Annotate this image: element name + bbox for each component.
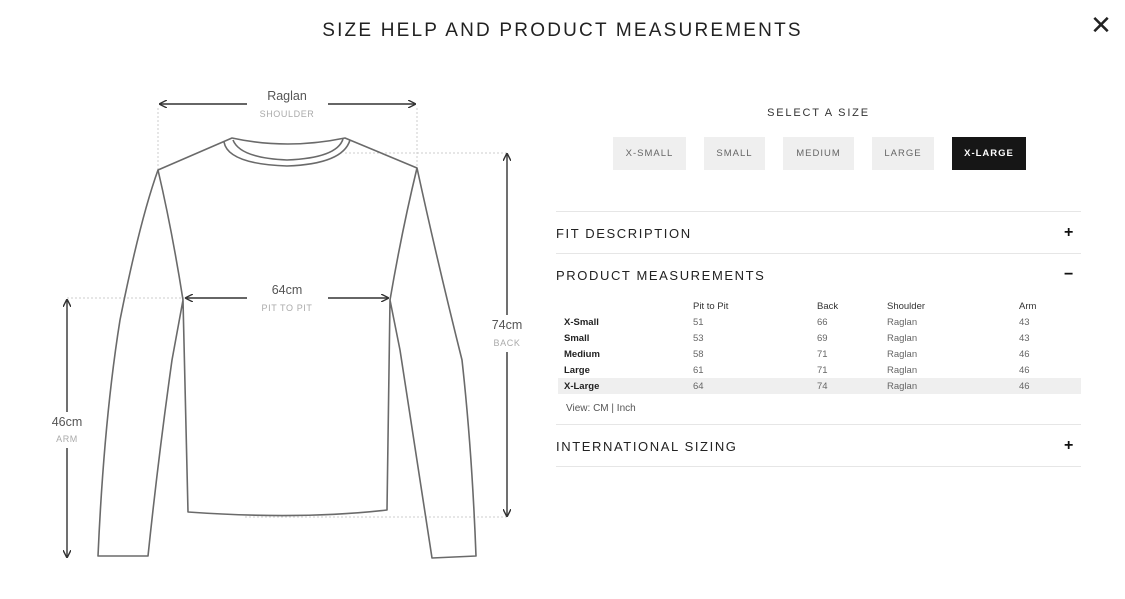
table-cell: Raglan: [887, 316, 918, 328]
table-row: Large 61 71 Raglan 46: [558, 362, 1081, 378]
unit-separator: |: [611, 403, 615, 414]
close-icon[interactable]: ✕: [1090, 12, 1112, 38]
fit-description-header[interactable]: FIT DESCRIPTION +: [556, 224, 1081, 246]
table-cell: Raglan: [887, 378, 1019, 394]
table-cell: 61: [693, 364, 704, 376]
fit-description-title: FIT DESCRIPTION: [556, 226, 692, 241]
size-button-x-small[interactable]: X-SMALL: [613, 137, 686, 170]
table-cell: Raglan: [887, 348, 918, 360]
table-cell: 58: [693, 348, 704, 360]
pit-to-pit-label: PIT TO PIT: [261, 303, 313, 313]
size-button-large[interactable]: LARGE: [872, 137, 934, 170]
table-row-selected: X-Large 64 74 Raglan 46: [558, 378, 1081, 394]
unit-inch-link[interactable]: Inch: [617, 403, 636, 414]
divider: [556, 211, 1081, 212]
column-header: Arm: [1019, 301, 1037, 312]
product-measurements-header[interactable]: PRODUCT MEASUREMENTS −: [556, 266, 1081, 288]
table-cell: Medium: [564, 348, 600, 360]
back-value: 74cm: [491, 318, 523, 332]
international-sizing-header[interactable]: INTERNATIONAL SIZING +: [556, 437, 1081, 459]
table-row: Medium 58 71 Raglan 46: [558, 346, 1081, 362]
select-size-label: SELECT A SIZE: [767, 107, 870, 119]
column-header: Pit to Pit: [693, 301, 729, 312]
table-cell: 53: [693, 332, 704, 344]
table-cell: 69: [817, 332, 828, 344]
size-button-small[interactable]: SMALL: [704, 137, 765, 170]
expand-icon[interactable]: +: [1064, 224, 1075, 242]
table-cell: 71: [817, 348, 828, 360]
expand-icon[interactable]: +: [1064, 437, 1075, 455]
international-sizing-title: INTERNATIONAL SIZING: [556, 439, 738, 454]
column-header: Shoulder: [887, 301, 926, 312]
product-measurements-title: PRODUCT MEASUREMENTS: [556, 268, 766, 283]
arm-value: 46cm: [51, 415, 83, 429]
table-cell: 46: [1019, 348, 1030, 360]
table-row: Small 53 69 Raglan 43: [558, 330, 1081, 346]
garment-diagram: Raglan SHOULDER 64cm PIT TO PIT 74cm BAC…: [0, 60, 540, 580]
collapse-icon[interactable]: −: [1064, 266, 1075, 284]
table-cell: 66: [817, 316, 828, 328]
table-cell: 46: [1019, 378, 1081, 394]
shoulder-value: Raglan: [267, 89, 307, 103]
back-label: BACK: [493, 338, 521, 348]
unit-cm-link[interactable]: CM: [593, 403, 609, 414]
unit-switcher-label: View:: [566, 403, 591, 414]
divider: [556, 424, 1081, 425]
size-button-medium[interactable]: MEDIUM: [783, 137, 854, 170]
table-cell: Small: [564, 332, 590, 344]
divider: [556, 466, 1081, 467]
table-cell: 46: [1019, 364, 1030, 376]
table-cell: 43: [1019, 316, 1030, 328]
shoulder-label: SHOULDER: [259, 109, 315, 119]
table-cell: 74: [817, 378, 887, 394]
table-cell: Large: [564, 364, 590, 376]
column-header: Back: [817, 301, 839, 312]
pit-to-pit-value: 64cm: [271, 283, 303, 297]
size-button-x-large[interactable]: X-LARGE: [952, 137, 1026, 170]
table-row: X-Small 51 66 Raglan 43: [558, 314, 1081, 330]
table-cell: 43: [1019, 332, 1030, 344]
table-cell: 71: [817, 364, 828, 376]
table-cell: 51: [693, 316, 704, 328]
table-cell: 64: [693, 378, 817, 394]
arm-label: ARM: [56, 434, 78, 444]
table-cell: Raglan: [887, 364, 918, 376]
modal-title: SIZE HELP AND PRODUCT MEASUREMENTS: [322, 20, 803, 41]
table-cell: Raglan: [887, 332, 918, 344]
table-cell: X-Large: [558, 378, 693, 394]
measurements-table: Pit to Pit Back Shoulder Arm X-Small 51 …: [558, 299, 1081, 394]
column-header: [558, 299, 693, 314]
divider: [556, 253, 1081, 254]
unit-switcher: View: CM | Inch: [566, 403, 636, 414]
table-header-row: Pit to Pit Back Shoulder Arm: [558, 299, 1081, 314]
table-cell: X-Small: [564, 316, 599, 328]
